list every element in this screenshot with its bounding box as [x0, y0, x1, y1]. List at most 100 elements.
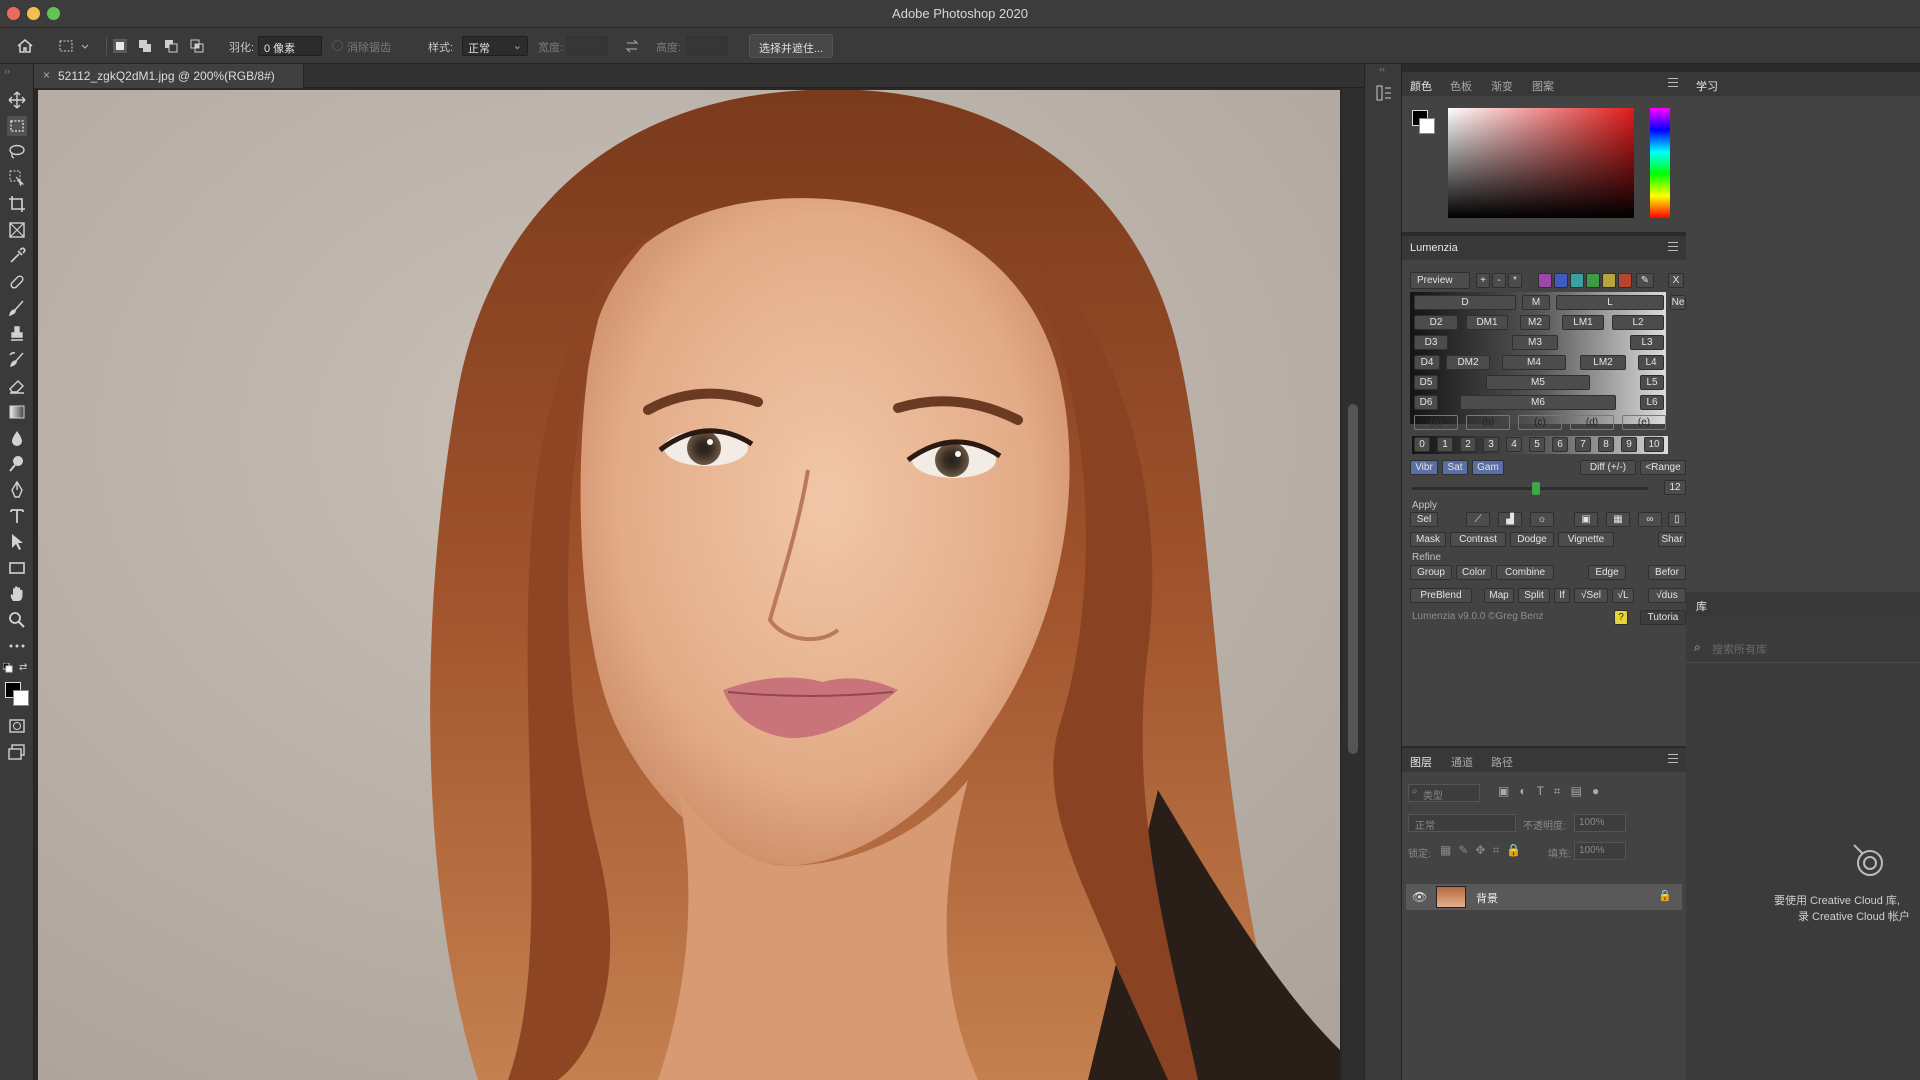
range-button[interactable]: <Range — [1640, 460, 1686, 475]
quick-mask-icon[interactable] — [7, 716, 27, 736]
saturation-button[interactable]: Sat — [1442, 460, 1468, 475]
zone-c[interactable]: (c) — [1518, 415, 1562, 430]
swatch-yellow[interactable] — [1602, 273, 1616, 288]
brightness-icon[interactable]: ☼ — [1530, 512, 1554, 527]
zone-a[interactable]: (a) — [1414, 415, 1458, 430]
type-icon[interactable] — [7, 506, 27, 526]
zoom-icon[interactable] — [7, 610, 27, 630]
new-selection-icon[interactable] — [112, 38, 128, 54]
lock-icons[interactable]: ▦✎✥⌗🔒 — [1440, 843, 1528, 858]
slider-value[interactable]: 12 — [1664, 480, 1686, 495]
grid-icon[interactable]: ▦ — [1606, 512, 1630, 527]
feather-input[interactable]: 0 像素 — [258, 36, 322, 56]
levels-icon[interactable]: ▟ — [1498, 512, 1522, 527]
lasso-icon[interactable] — [7, 142, 27, 162]
swatch-red[interactable] — [1618, 273, 1632, 288]
help-button[interactable]: ? — [1614, 610, 1628, 625]
panel-menu-icon[interactable] — [1668, 78, 1678, 88]
lum-ne[interactable]: Ne — [1670, 295, 1686, 310]
visibility-eye-icon[interactable]: 👁 — [1412, 890, 1427, 904]
blend-mode-select[interactable]: 正常 — [1408, 814, 1516, 832]
document-tab[interactable]: × 52112_zgkQ2dM1.jpg @ 200%(RGB/8#) — [34, 64, 304, 88]
collapse-arrow-icon[interactable]: ‹‹ — [1379, 64, 1385, 74]
swatch-cyan[interactable] — [1570, 273, 1584, 288]
scrollbar-thumb[interactable] — [1348, 404, 1358, 754]
group-button[interactable]: Group — [1410, 565, 1452, 580]
lum-dm2[interactable]: DM2 — [1446, 355, 1490, 370]
lum-m2[interactable]: M2 — [1520, 315, 1550, 330]
mask-icon[interactable]: ▣ — [1574, 512, 1598, 527]
swatch-green[interactable] — [1586, 273, 1600, 288]
diff-button[interactable]: Diff (+/-) — [1580, 460, 1636, 475]
check-l-button[interactable]: √L — [1612, 588, 1634, 603]
rectangle-shape-icon[interactable] — [7, 558, 27, 578]
preblend-button[interactable]: PreBlend — [1410, 588, 1472, 603]
if-button[interactable]: If — [1554, 588, 1570, 603]
library-search-input[interactable]: 搜索所有库 — [1712, 641, 1767, 657]
frame-icon[interactable] — [7, 220, 27, 240]
vibrance-button[interactable]: Vibr — [1410, 460, 1438, 475]
zone-number-10[interactable]: 10 — [1644, 437, 1664, 452]
zone-d[interactable]: (d) — [1570, 415, 1614, 430]
split-button[interactable]: Split — [1518, 588, 1550, 603]
move-tool-icon[interactable] — [7, 90, 27, 110]
map-button[interactable]: Map — [1484, 588, 1514, 603]
lumenzia-plus-button[interactable]: + — [1476, 273, 1490, 288]
lum-lm2[interactable]: LM2 — [1580, 355, 1626, 370]
more-tools-icon[interactable] — [7, 636, 27, 656]
lum-m4[interactable]: M4 — [1502, 355, 1566, 370]
path-selection-icon[interactable] — [7, 532, 27, 552]
gamut-button[interactable]: Gam — [1472, 460, 1504, 475]
layer-filter-select[interactable]: ⌕ 类型 — [1408, 784, 1480, 802]
lum-m5[interactable]: M5 — [1486, 375, 1590, 390]
tab-color[interactable]: 颜色 — [1410, 78, 1432, 94]
panel-menu-icon[interactable] — [1668, 242, 1678, 252]
more-icon[interactable]: ▯ — [1668, 512, 1686, 527]
tab-gradients[interactable]: 渐变 — [1491, 78, 1513, 94]
object-selection-icon[interactable] — [7, 168, 27, 188]
panel-menu-icon[interactable] — [1668, 754, 1678, 764]
select-and-mask-button[interactable]: 选择并遮住... — [749, 34, 834, 58]
healing-brush-icon[interactable] — [7, 272, 27, 292]
swap-dimensions-icon[interactable] — [624, 38, 640, 54]
opacity-input[interactable]: 100% — [1574, 814, 1626, 832]
tab-channels[interactable]: 通道 — [1451, 754, 1473, 770]
lumenzia-minus-button[interactable]: - — [1492, 273, 1506, 288]
lum-lm1[interactable]: LM1 — [1562, 315, 1604, 330]
color-picker-field[interactable] — [1448, 108, 1634, 218]
dodge-icon[interactable] — [7, 454, 27, 474]
zone-b[interactable]: (b) — [1466, 415, 1510, 430]
lumenzia-slider-thumb[interactable] — [1532, 482, 1540, 495]
style-select[interactable]: 正常 ⌄ — [462, 36, 528, 56]
zone-number-1[interactable]: 1 — [1437, 437, 1453, 452]
zone-number-7[interactable]: 7 — [1575, 437, 1591, 452]
canvas-area[interactable] — [34, 88, 1342, 1080]
tab-learn[interactable]: 学习 — [1696, 78, 1718, 94]
sel-button[interactable]: Sel — [1410, 512, 1438, 527]
lum-l2[interactable]: L2 — [1612, 315, 1664, 330]
home-icon[interactable] — [16, 37, 34, 55]
lum-d3[interactable]: D3 — [1414, 335, 1448, 350]
color-button[interactable]: Color — [1456, 565, 1492, 580]
edge-button[interactable]: Edge — [1588, 565, 1626, 580]
preview-select[interactable]: Preview — [1410, 272, 1470, 289]
collapse-tools-icon[interactable]: ›› — [4, 66, 10, 76]
lum-l[interactable]: L — [1556, 295, 1664, 310]
eyedropper-icon[interactable] — [7, 246, 27, 266]
combine-button[interactable]: Combine — [1496, 565, 1554, 580]
marquee-preset-icon[interactable] — [58, 38, 74, 54]
lum-d5[interactable]: D5 — [1414, 375, 1438, 390]
background-color-swatch[interactable] — [13, 690, 29, 706]
tab-patterns[interactable]: 图案 — [1532, 78, 1554, 94]
contrast-button[interactable]: Contrast — [1450, 532, 1506, 547]
zone-number-3[interactable]: 3 — [1483, 437, 1499, 452]
intersect-selection-icon[interactable] — [189, 38, 205, 54]
width-input[interactable] — [566, 36, 608, 56]
lum-l5[interactable]: L5 — [1640, 375, 1664, 390]
close-icon[interactable]: X — [1668, 273, 1684, 288]
lum-l4[interactable]: L4 — [1638, 355, 1664, 370]
screen-mode-icon[interactable] — [7, 742, 27, 762]
tab-swatches[interactable]: 色板 — [1450, 78, 1472, 94]
lum-dm1[interactable]: DM1 — [1466, 315, 1508, 330]
gradient-icon[interactable] — [7, 402, 27, 422]
